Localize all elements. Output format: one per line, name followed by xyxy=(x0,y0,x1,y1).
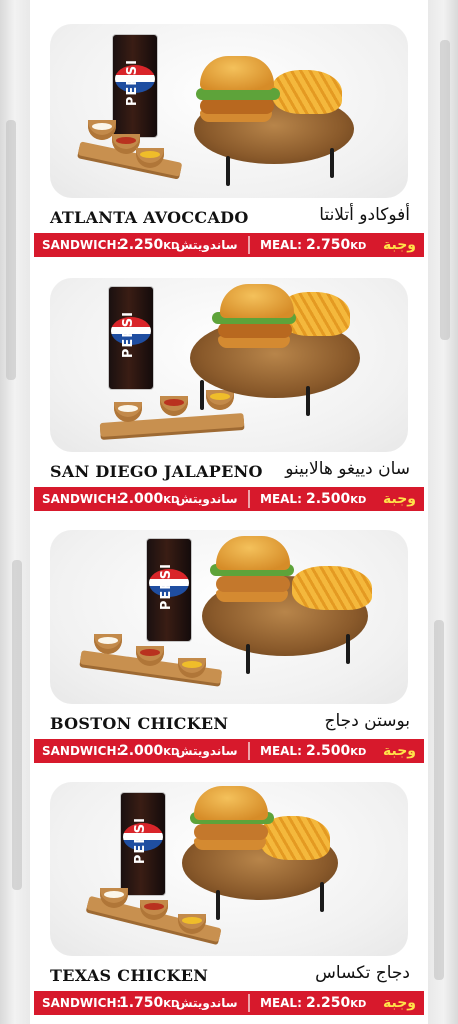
grunge-stroke xyxy=(440,40,450,340)
cup-brand-text: PEPSI xyxy=(121,311,136,359)
sandwich-label-arabic: ساندويتش xyxy=(176,996,238,1010)
item-name-arabic: دجاج تكساس xyxy=(315,963,410,983)
meal-label-arabic: وجبة xyxy=(383,995,416,1011)
pepsi-cup: PEPSI xyxy=(108,286,154,390)
meal-price: 2.250KD xyxy=(306,995,367,1011)
grunge-stroke xyxy=(6,120,16,380)
item-name-arabic: بوستن دجاج xyxy=(324,711,410,731)
fries xyxy=(292,566,372,610)
cup-brand-text: PEPSI xyxy=(125,59,140,107)
item-name-arabic: أفوكادو أتلانتا xyxy=(319,205,410,225)
sandwich-price: 2.000KD xyxy=(119,743,180,759)
burger-bun-top xyxy=(216,536,290,570)
meal-label-arabic: وجبة xyxy=(383,743,416,759)
meal-label-arabic: وجبة xyxy=(383,491,416,507)
item-name-arabic: سان دييغو هالابينو xyxy=(285,459,410,479)
board-leg xyxy=(200,380,204,410)
meal-label: MEAL: xyxy=(260,238,302,252)
sauce-bowl xyxy=(160,396,188,416)
cup-brand-text: PEPSI xyxy=(133,817,148,865)
menu-item[interactable]: PEPSI TEXAS CHICKEN دجاج تكساس SANDWICH:… xyxy=(30,766,428,1016)
item-name-english: ATLANTA AVOCCADO xyxy=(50,208,249,227)
meal-price: 2.500KD xyxy=(306,491,367,507)
sandwich-label: SANDWICH: xyxy=(42,996,122,1010)
sandwich-label-arabic: ساندويتش xyxy=(176,492,238,506)
board-leg xyxy=(330,148,334,178)
food-photo: PEPSI xyxy=(50,530,408,704)
item-name-english: SAN DIEGO JALAPENO xyxy=(50,462,263,481)
food-photo: PEPSI xyxy=(50,782,408,956)
menu-item[interactable]: PEPSI SAN DIEGO JALAPENO سان دييغو هالاب… xyxy=(30,262,428,512)
pepsi-cup: PEPSI xyxy=(120,792,166,896)
menu-item[interactable]: PEPSI BOSTON CHICKEN بوستن دجاج SANDWICH… xyxy=(30,514,428,764)
price-bar: SANDWICH: 2.000KD ساندويتش MEAL: 2.500KD… xyxy=(34,739,424,763)
pepsi-cup: PEPSI xyxy=(112,34,158,138)
meal-label-arabic: وجبة xyxy=(383,237,416,253)
burger-bun-top xyxy=(220,284,294,318)
burger-patty xyxy=(200,98,274,114)
item-name-english: BOSTON CHICKEN xyxy=(50,714,229,733)
burger-patty xyxy=(194,824,268,840)
item-names: BOSTON CHICKEN بوستن دجاج xyxy=(50,710,410,736)
board-leg xyxy=(320,882,324,912)
sandwich-price: 1.750KD xyxy=(119,995,180,1011)
sauce-bowl xyxy=(94,634,122,654)
board-leg xyxy=(306,386,310,416)
meal-price: 2.500KD xyxy=(306,743,367,759)
price-divider xyxy=(248,742,250,760)
cup-brand-text: PEPSI xyxy=(159,563,174,611)
price-bar: SANDWICH: 2.250KD ساندويتش MEAL: 2.750KD… xyxy=(34,233,424,257)
meal-price: 2.750KD xyxy=(306,237,367,253)
board-leg xyxy=(346,634,350,664)
item-names: SAN DIEGO JALAPENO سان دييغو هالابينو xyxy=(50,458,410,484)
food-photo: PEPSI xyxy=(50,278,408,452)
price-bar: SANDWICH: 1.750KD ساندويتش MEAL: 2.250KD… xyxy=(34,991,424,1015)
grunge-stroke xyxy=(12,560,22,890)
burger-patty xyxy=(218,322,292,338)
sauce-bowl xyxy=(114,402,142,422)
menu-item[interactable]: PEPSI ATLANTA AVOCCADO أفوكادو أتلانتا S… xyxy=(30,8,428,258)
fries xyxy=(272,70,342,114)
burger-bun-top xyxy=(194,786,268,820)
item-names: TEXAS CHICKEN دجاج تكساس xyxy=(50,962,410,988)
grunge-stroke xyxy=(434,620,444,980)
sandwich-label: SANDWICH: xyxy=(42,238,122,252)
burger-bun-top xyxy=(200,56,274,90)
board-leg xyxy=(216,890,220,920)
sauce-bowl xyxy=(206,390,234,410)
price-bar: SANDWICH: 2.000KD ساندويتش MEAL: 2.500KD… xyxy=(34,487,424,511)
meal-label: MEAL: xyxy=(260,996,302,1010)
sandwich-label: SANDWICH: xyxy=(42,492,122,506)
sandwich-price: 2.000KD xyxy=(119,491,180,507)
pepsi-cup: PEPSI xyxy=(146,538,192,642)
sandwich-price: 2.250KD xyxy=(119,237,180,253)
board-leg xyxy=(246,644,250,674)
item-name-english: TEXAS CHICKEN xyxy=(50,966,209,985)
price-divider xyxy=(248,236,250,254)
sandwich-label-arabic: ساندويتش xyxy=(176,744,238,758)
meal-label: MEAL: xyxy=(260,492,302,506)
price-divider xyxy=(248,994,250,1012)
board-leg xyxy=(226,156,230,186)
sandwich-label: SANDWICH: xyxy=(42,744,122,758)
burger-patty xyxy=(216,576,290,592)
item-names: ATLANTA AVOCCADO أفوكادو أتلانتا xyxy=(50,204,410,230)
sandwich-label-arabic: ساندويتش xyxy=(176,238,238,252)
food-photo: PEPSI xyxy=(50,24,408,198)
meal-label: MEAL: xyxy=(260,744,302,758)
price-divider xyxy=(248,490,250,508)
